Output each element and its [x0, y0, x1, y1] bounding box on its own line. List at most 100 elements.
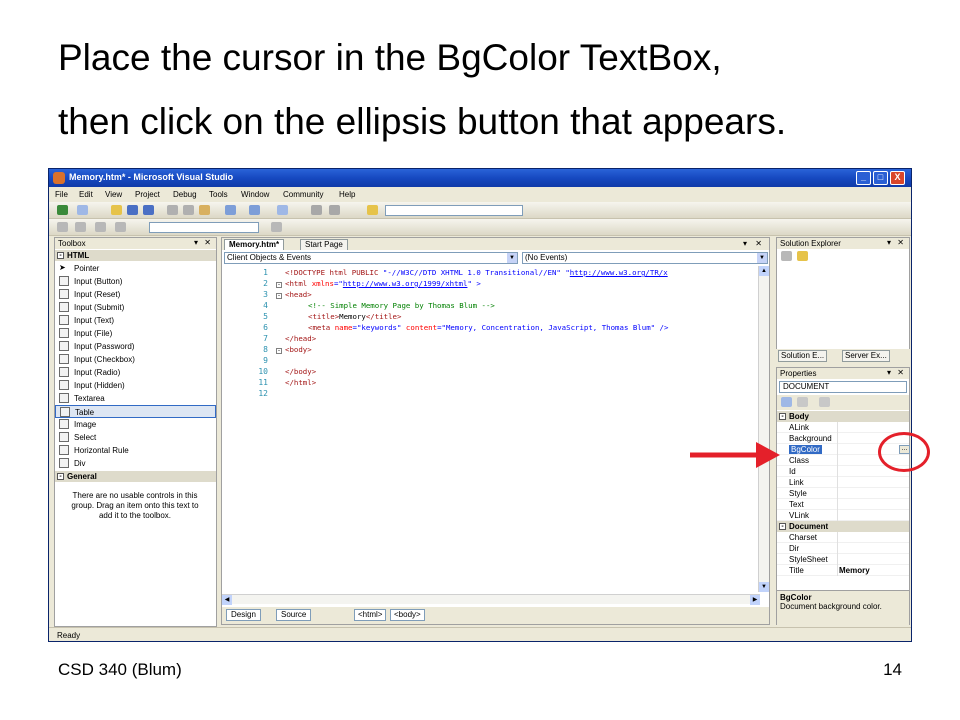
- toolbox-item[interactable]: Input (Checkbox): [55, 353, 216, 366]
- properties-icon[interactable]: [781, 251, 792, 261]
- fold-icon[interactable]: -: [276, 282, 282, 288]
- indent-icon[interactable]: [57, 222, 68, 232]
- code-line-4[interactable]: <!-- Simple Memory Page by Thomas Blum -…: [308, 301, 495, 310]
- code-line-3[interactable]: <head>: [285, 290, 312, 299]
- toolbox-item[interactable]: Input (Radio): [55, 366, 216, 379]
- breadcrumb-body[interactable]: <body>: [390, 609, 425, 621]
- menu-file[interactable]: File: [55, 190, 68, 199]
- toolbox-item[interactable]: Input (Text): [55, 314, 216, 327]
- collapse-icon[interactable]: -: [57, 252, 64, 259]
- outdent-icon[interactable]: [75, 222, 86, 232]
- menu-view[interactable]: View: [105, 190, 122, 199]
- code-line-1[interactable]: <!DOCTYPE html PUBLIC "-//W3C//DTD XHTML…: [285, 268, 668, 277]
- code-line-10[interactable]: </body>: [285, 367, 316, 376]
- undo-icon[interactable]: [225, 205, 236, 215]
- new-project-icon[interactable]: [57, 205, 68, 215]
- show-all-files-icon[interactable]: [797, 251, 808, 261]
- target-schema-combo[interactable]: [149, 222, 259, 233]
- cut-icon[interactable]: [167, 205, 178, 215]
- code-line-2[interactable]: <html xmlns="http://www.w3.org/1999/xhtm…: [285, 279, 481, 288]
- uncomment-icon[interactable]: [115, 222, 126, 232]
- scroll-up-icon[interactable]: ▲: [759, 266, 769, 276]
- toolbox-item[interactable]: Input (File): [55, 327, 216, 340]
- tab-solution-explorer[interactable]: Solution E...: [778, 350, 828, 362]
- properties-object-combo[interactable]: DOCUMENT: [779, 381, 907, 393]
- property-row-style[interactable]: Style: [777, 488, 909, 499]
- toolbox-group-html[interactable]: - HTML: [55, 250, 216, 261]
- toolbox-item[interactable]: Input (Password): [55, 340, 216, 353]
- scroll-right-icon[interactable]: ▶: [750, 595, 760, 605]
- property-category-body[interactable]: - Body: [777, 411, 909, 422]
- code-line-6[interactable]: <meta name="keywords" content="Memory, C…: [308, 323, 668, 332]
- collapse-icon[interactable]: -: [779, 413, 786, 420]
- toolbox-group-general[interactable]: - General: [55, 471, 216, 482]
- property-value[interactable]: Memory: [839, 566, 870, 575]
- add-item-icon[interactable]: [77, 205, 88, 215]
- toolbox-item[interactable]: ➤ Pointer: [55, 262, 216, 275]
- menu-help[interactable]: Help: [339, 190, 355, 199]
- menu-edit[interactable]: Edit: [79, 190, 93, 199]
- find-icon[interactable]: [329, 205, 340, 215]
- toolbox-item[interactable]: Input (Hidden): [55, 379, 216, 392]
- code-line-11[interactable]: </html>: [285, 378, 316, 387]
- code-link[interactable]: http://www.w3.org/1999/xhtml: [343, 279, 468, 288]
- fold-icon[interactable]: -: [276, 348, 282, 354]
- find-combo[interactable]: [385, 205, 523, 216]
- menu-tools[interactable]: Tools: [209, 190, 228, 199]
- property-row-alink[interactable]: ALink: [777, 422, 909, 433]
- code-line-8[interactable]: <body>: [285, 345, 312, 354]
- start-icon[interactable]: [311, 205, 322, 215]
- toolbox-item[interactable]: Input (Button): [55, 275, 216, 288]
- property-row-vlink[interactable]: VLink: [777, 510, 909, 521]
- property-row-stylesheet[interactable]: StyleSheet: [777, 554, 909, 565]
- copy-icon[interactable]: [183, 205, 194, 215]
- property-row-dir[interactable]: Dir: [777, 543, 909, 554]
- properties-pane-controls[interactable]: ▾ ✕: [887, 368, 906, 377]
- toolbox-item[interactable]: Input (Reset): [55, 288, 216, 301]
- vertical-scrollbar[interactable]: ▲ ▼: [758, 266, 769, 592]
- tab-server-explorer[interactable]: Server Ex...: [842, 350, 890, 362]
- client-objects-combo[interactable]: Client Objects & Events ▼: [224, 252, 518, 264]
- alphabetical-icon[interactable]: [797, 397, 808, 407]
- events-combo[interactable]: (No Events) ▼: [522, 252, 768, 264]
- window-titlebar[interactable]: Memory.htm* - Microsoft Visual Studio _ …: [49, 169, 911, 187]
- menu-project[interactable]: Project: [135, 190, 160, 199]
- minimize-button[interactable]: _: [856, 171, 871, 185]
- close-button[interactable]: X: [890, 171, 905, 185]
- solution-config-icon[interactable]: [367, 205, 378, 215]
- tab-memory-htm[interactable]: Memory.htm*: [224, 239, 285, 250]
- code-link[interactable]: http://www.w3.org/TR/x: [570, 268, 668, 277]
- horizontal-scrollbar[interactable]: ◀ ▶: [222, 594, 760, 605]
- maximize-button[interactable]: □: [873, 171, 888, 185]
- property-category-document[interactable]: - Document: [777, 521, 909, 532]
- editor-tab-controls[interactable]: ▾ ✕: [743, 239, 765, 248]
- navigate-icon[interactable]: [277, 205, 288, 215]
- categorized-icon[interactable]: [781, 397, 792, 407]
- property-row-title[interactable]: Title Memory: [777, 565, 909, 576]
- toolbox-item[interactable]: Horizontal Rule: [55, 444, 216, 457]
- source-view-button[interactable]: Source: [276, 609, 312, 621]
- scroll-down-icon[interactable]: ▼: [759, 582, 769, 592]
- design-view-button[interactable]: Design: [226, 609, 261, 621]
- toolbox-item[interactable]: Textarea: [55, 392, 216, 405]
- open-folder-icon[interactable]: [111, 205, 122, 215]
- collapse-icon[interactable]: -: [779, 523, 786, 530]
- property-pages-icon[interactable]: [819, 397, 830, 407]
- menu-community[interactable]: Community: [283, 190, 323, 199]
- scroll-left-icon[interactable]: ◀: [222, 595, 232, 605]
- chevron-down-icon[interactable]: ▼: [757, 253, 767, 263]
- property-row-link[interactable]: Link: [777, 477, 909, 488]
- menu-window[interactable]: Window: [241, 190, 269, 199]
- menu-debug[interactable]: Debug: [173, 190, 197, 199]
- toolbox-pane-controls[interactable]: ▾ ✕: [194, 238, 213, 247]
- save-all-icon[interactable]: [143, 205, 154, 215]
- collapse-icon[interactable]: -: [57, 473, 64, 480]
- tab-start-page[interactable]: Start Page: [300, 239, 348, 250]
- save-icon[interactable]: [127, 205, 138, 215]
- chevron-down-icon[interactable]: ▼: [507, 253, 517, 263]
- toolbox-item[interactable]: Div: [55, 457, 216, 470]
- code-line-7[interactable]: </head>: [285, 334, 316, 343]
- property-row-text[interactable]: Text: [777, 499, 909, 510]
- solution-pane-controls[interactable]: ▾ ✕: [887, 238, 906, 247]
- toolbox-item[interactable]: Table: [55, 405, 216, 418]
